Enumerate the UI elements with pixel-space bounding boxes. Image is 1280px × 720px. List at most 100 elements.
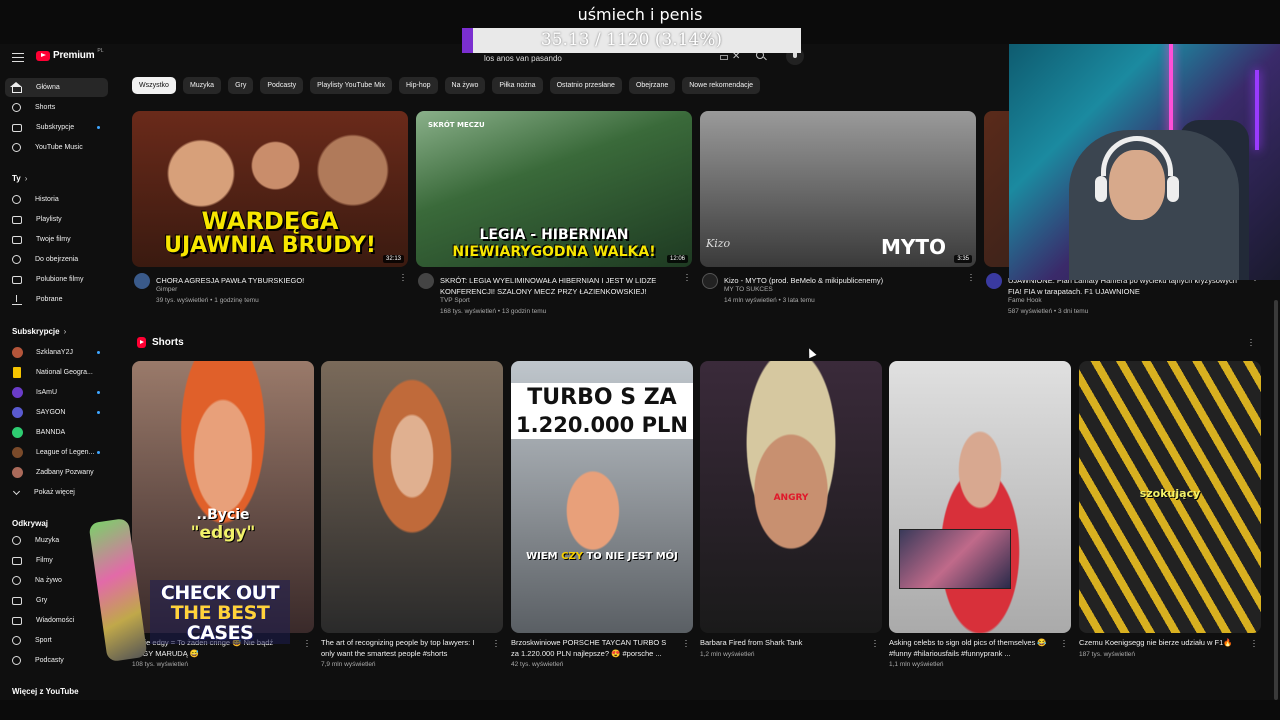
sidebar-channel[interactable]: BANNDA (5, 423, 108, 442)
filter-chips: Wszystko Muzyka Gry Podcasty Playlisty Y… (132, 77, 761, 94)
channel-name: League of Legen... (36, 449, 95, 456)
short-title[interactable]: Asking celebs to sign old pics of themse… (889, 637, 1053, 659)
chip[interactable]: Hip-hop (399, 77, 438, 94)
short-title[interactable]: The art of recognizing people by top law… (321, 637, 485, 659)
avatar[interactable] (418, 273, 434, 289)
channel-name[interactable]: Fame Hook (1008, 297, 1042, 304)
short-views: 1,1 mln wyświetleń (889, 661, 944, 668)
inset-photo (899, 529, 1011, 589)
chip[interactable]: Wszystko (132, 77, 176, 94)
short-title[interactable]: Brzoskwiniowe PORSCHE TAYCAN TURBO S za … (511, 637, 675, 659)
video-stats: 587 wyświetleń • 3 dni temu (1008, 308, 1089, 315)
chip[interactable]: Nowe rekomendacje (682, 77, 761, 94)
youtube-logo[interactable]: Premium PL (36, 48, 104, 61)
more-options-icon[interactable]: ··· (1251, 636, 1257, 651)
sidebar-item-label: Playlisty (36, 216, 62, 223)
sidebar-channel[interactable]: League of Legen... (5, 443, 108, 462)
avatar (12, 347, 23, 358)
channel-name[interactable]: TVP Sport (440, 297, 470, 304)
show-more-button[interactable]: Pokaż więcej (5, 483, 108, 502)
channel-name[interactable]: MY TO SUKCES (724, 286, 773, 293)
short-views: 108 tys. wyświetleń (132, 661, 188, 668)
more-options-icon[interactable]: ··· (304, 636, 310, 651)
download-icon (12, 294, 22, 305)
more-options-icon[interactable]: ··· (1248, 335, 1254, 350)
search-input[interactable] (484, 51, 684, 65)
chip[interactable]: Muzyka (182, 77, 222, 94)
live-icon (12, 576, 21, 585)
video-title[interactable]: CHORA AGRESJA PAWŁA TYBURSKIEGO! (156, 275, 386, 286)
sidebar-channel[interactable]: Zadbany Pozwany (5, 463, 108, 482)
keyboard-icon[interactable] (720, 55, 728, 60)
chip[interactable]: Piłka nożna (492, 77, 543, 94)
short-thumbnail[interactable]: TURBO S ZA 1.220.000 PLN WIEM CZY TO NIE… (511, 361, 693, 633)
video-thumbnail[interactable]: SKRÓT MECZU LEGIA - HIBERNIAN NIEWIARYGO… (416, 111, 692, 267)
sidebar-item-watch-later[interactable]: Do obejrzenia (5, 250, 108, 269)
channel-name: IsAmU (36, 389, 57, 396)
more-options-icon[interactable]: ··· (968, 270, 974, 285)
more-options-icon[interactable]: ··· (684, 270, 690, 285)
knife-image (88, 517, 148, 663)
sidebar-item-label: Główna (36, 84, 60, 91)
more-options-icon[interactable]: ··· (683, 636, 689, 651)
video-thumbnail[interactable]: Kizo MYTO 3:35 (700, 111, 976, 267)
short-thumbnail[interactable] (889, 361, 1071, 633)
sidebar-item-subscriptions[interactable]: Subskrypcje (5, 118, 108, 137)
sidebar-section-subscriptions[interactable]: Subskrypcje › (12, 327, 66, 336)
short-thumbnail[interactable] (321, 361, 503, 633)
chip[interactable]: Ostatnio przesłane (549, 77, 622, 94)
more-options-icon[interactable]: ··· (493, 636, 499, 651)
sidebar-section-you[interactable]: Ty › (12, 174, 27, 183)
avatar[interactable] (134, 273, 150, 289)
chip[interactable]: Playlisty YouTube Mix (310, 77, 392, 94)
sidebar-channel[interactable]: SzklanaY2J (5, 343, 108, 362)
video-stats: 14 mln wyświetleń • 3 lata temu (724, 297, 815, 304)
new-content-dot (97, 351, 100, 354)
video-thumbnail[interactable]: WARDĘGA UJAWNIA BRUDY! 32:13 (132, 111, 408, 267)
chip[interactable]: Gry (228, 77, 254, 94)
channel-name: National Geogra... (36, 369, 93, 376)
short-overlay-text: TURBO S ZA (511, 383, 693, 412)
your-videos-icon (12, 235, 22, 244)
avatar[interactable] (986, 273, 1002, 289)
sidebar-item-shorts[interactable]: Shorts (5, 98, 108, 117)
short-thumbnail[interactable]: szokujący (1079, 361, 1261, 633)
more-options-icon[interactable]: ··· (400, 270, 406, 285)
chip[interactable]: Podcasty (260, 77, 304, 94)
new-content-dot (97, 411, 100, 414)
chip[interactable]: Obejrzane (628, 77, 676, 94)
short-title[interactable]: Barbara Fired from Shark Tank (700, 637, 864, 648)
ad-text: CASES (186, 622, 254, 644)
sidebar-channel[interactable]: IsAmU (5, 383, 108, 402)
sidebar-item-label: Pokaż więcej (34, 489, 75, 496)
sidebar-item-playlists[interactable]: Playlisty (5, 210, 108, 229)
short-views: 42 tys. wyświetleń (511, 661, 564, 668)
more-options-icon[interactable]: ··· (872, 636, 878, 651)
short-title[interactable]: Czemu Koenigsegg nie bierze udziału w F1… (1079, 637, 1243, 648)
scrollbar[interactable] (1274, 300, 1278, 700)
avatar (12, 387, 23, 398)
channel-name[interactable]: Gimper (156, 286, 177, 293)
sidebar-channel[interactable]: National Geogra... (5, 363, 108, 382)
sidebar-item-liked[interactable]: Polubione filmy (5, 270, 108, 289)
sidebar-item-downloads[interactable]: Pobrane (5, 290, 108, 309)
video-title[interactable]: SKRÓT: LEGIA WYELIMINOWAŁA HIBERNIAN I J… (440, 275, 670, 297)
streamer-webcam (1009, 40, 1280, 280)
more-options-icon[interactable]: ··· (1061, 636, 1067, 651)
chip[interactable]: Na żywo (444, 77, 486, 94)
headphone-cup (1167, 176, 1179, 202)
shorts-title: Shorts (152, 337, 184, 348)
channel-name: SAYGON (36, 409, 66, 416)
sidebar-item-home[interactable]: Główna (5, 78, 108, 97)
sidebar-channel[interactable]: SAYGON (5, 403, 108, 422)
avatar[interactable] (702, 273, 718, 289)
video-title[interactable]: Kizo - MYTO (prod. BeMelo & mikipublicen… (724, 275, 954, 286)
sidebar-item-youtube-music[interactable]: YouTube Music (5, 138, 108, 157)
sidebar-item-your-videos[interactable]: Twoje filmy (5, 230, 108, 249)
podcast-icon (12, 656, 21, 665)
sidebar-item-history[interactable]: Historia (5, 190, 108, 209)
bottom-strip (0, 700, 1280, 720)
menu-icon[interactable] (12, 53, 24, 62)
short-thumbnail[interactable]: ANGRY (700, 361, 882, 633)
shorts-shelf-header: Shorts (137, 337, 184, 348)
